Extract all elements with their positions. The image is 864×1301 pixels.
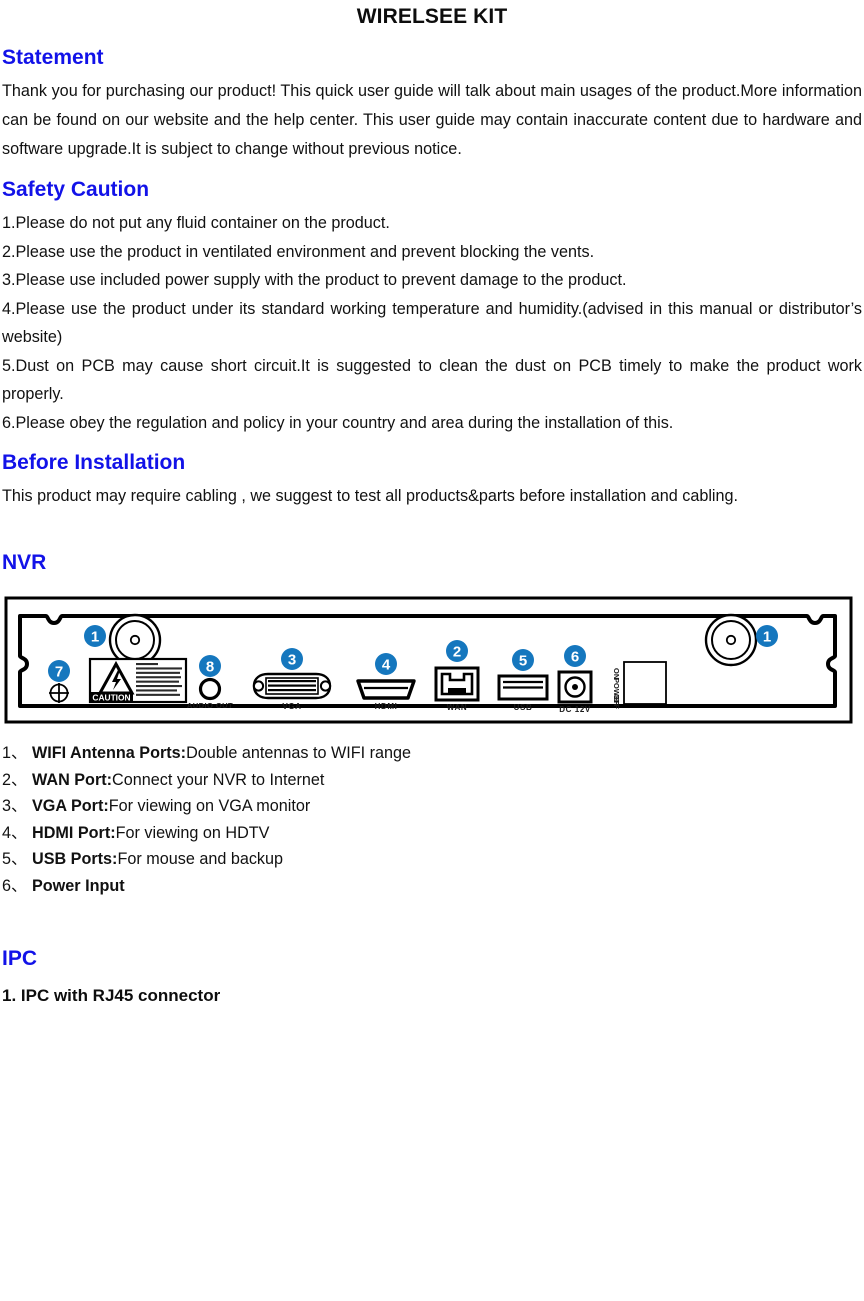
legend-description: For viewing on VGA monitor <box>108 797 311 815</box>
caution-warning-label: CAUTION <box>88 657 188 704</box>
legend-name: Power Input <box>32 876 125 895</box>
callout-badge-3: 3 <box>281 648 303 670</box>
hdmi-port-label: HDMI <box>375 702 398 711</box>
usb-port-label: USB <box>514 703 533 712</box>
callout-badge-label: 7 <box>55 664 63 681</box>
vga-port-label: VGA <box>282 702 301 711</box>
legend-number: 1、 <box>2 744 28 762</box>
legend-description: Double antennas to WIFI range <box>186 744 412 762</box>
wan-port-label: WAN <box>447 703 467 712</box>
callout-badge-label: 5 <box>519 653 527 670</box>
safety-item: 6.Please obey the regulation and policy … <box>2 413 674 432</box>
callout-badge-8: 8 <box>199 655 221 677</box>
caution-label-text: CAUTION <box>92 692 130 702</box>
legend-name: USB Ports: <box>32 850 118 868</box>
document-page: WIRELSEE KIT Statement Thank you for pur… <box>0 0 864 1301</box>
legend-description: For viewing on HDTV <box>115 823 270 842</box>
safety-item: 5.Dust on PCB may cause short circuit.It… <box>2 356 862 404</box>
list-item: 3、 VGA Port:For viewing on VGA monitor <box>2 793 862 820</box>
list-item: 1、 WIFI Antenna Ports:Double antennas to … <box>2 740 862 767</box>
callout-badge-label: 6 <box>571 649 579 666</box>
power-switch[interactable]: ON POWER OFF <box>612 661 667 709</box>
list-item: 2、 WAN Port:Connect your NVR to Internet <box>2 767 862 794</box>
callout-badge-label: 4 <box>382 657 391 674</box>
ipc-sub-heading: 1. IPC with RJ45 connector <box>2 986 221 1005</box>
audio-out-port-label: AUDIO OUT <box>187 701 233 710</box>
nvr-rear-panel-diagram: 1 7 CAUTION 8 AUDIO OUT 3 VGA 4 HDMI 2 W… <box>2 594 862 734</box>
power-switch-off-label: OFF <box>612 694 621 709</box>
callout-badge-1-left: 1 <box>84 625 106 647</box>
safety-item: 4.Please use the product under its stand… <box>2 299 862 347</box>
section-heading-ipc: IPC <box>2 947 38 970</box>
safety-item: 1.Please do not put any fluid container … <box>2 214 390 232</box>
section-heading-before-installation: Before Installation <box>2 451 186 474</box>
wifi-antenna-port-right-icon <box>704 613 758 667</box>
wan-rj45-port-icon <box>434 666 480 702</box>
vga-port-icon <box>252 672 332 700</box>
legend-name: WAN Port: <box>32 770 113 789</box>
callout-badge-label: 2 <box>453 644 461 661</box>
legend-description: Connect your NVR to Internet <box>112 770 325 789</box>
legend-number: 4、 <box>2 823 28 842</box>
section-heading-nvr: NVR <box>2 551 47 574</box>
safety-item: 3.Please use included power supply with … <box>2 271 627 289</box>
legend-name: VGA Port: <box>32 797 109 815</box>
legend-number: 5、 <box>2 850 28 868</box>
audio-out-port-icon <box>198 677 222 701</box>
legend-name: WIFI Antenna Ports: <box>32 744 187 762</box>
dc-power-input-label: DC 12V <box>559 705 591 714</box>
legend-name: HDMI Port: <box>32 823 116 842</box>
callout-badge-1-right: 1 <box>756 625 778 647</box>
callout-badge-2: 2 <box>446 640 468 662</box>
callout-badge-5: 5 <box>512 649 534 671</box>
callout-badge-label: 1 <box>763 629 771 646</box>
callout-badge-4: 4 <box>375 653 397 675</box>
callout-badge-label: 3 <box>288 652 296 669</box>
hdmi-port-icon <box>356 679 416 700</box>
callout-badge-7: 7 <box>48 660 70 682</box>
page-title: WIRELSEE KIT <box>356 5 508 28</box>
section-heading-safety-caution: Safety Caution <box>2 178 150 201</box>
callout-badge-label: 8 <box>206 659 214 676</box>
nvr-port-legend: 1、 WIFI Antenna Ports:Double antennas to … <box>2 734 862 899</box>
safety-caution-list: 1.Please do not put any fluid container … <box>2 207 862 437</box>
safety-item: 2.Please use the product in ventilated e… <box>2 242 595 261</box>
dc-power-input-icon <box>557 670 593 704</box>
statement-body: Thank you for purchasing our product! Th… <box>2 82 862 158</box>
legend-number: 6、 <box>2 876 28 895</box>
section-heading-statement: Statement <box>2 46 104 69</box>
list-item: 5、 USB Ports:For mouse and backup <box>2 846 862 873</box>
legend-number: 3、 <box>2 797 28 815</box>
legend-number: 2、 <box>2 770 28 789</box>
legend-description: For mouse and backup <box>117 850 284 868</box>
callout-badge-label: 1 <box>91 629 99 646</box>
wifi-antenna-port-left-icon <box>108 613 162 667</box>
callout-badge-6: 6 <box>564 645 586 667</box>
usb-port-icon <box>497 674 549 701</box>
before-installation-body: This product may require cabling , we su… <box>2 487 739 505</box>
list-item: 4、 HDMI Port:For viewing on HDTV <box>2 820 862 847</box>
list-item: 6、 Power Input <box>2 873 862 900</box>
